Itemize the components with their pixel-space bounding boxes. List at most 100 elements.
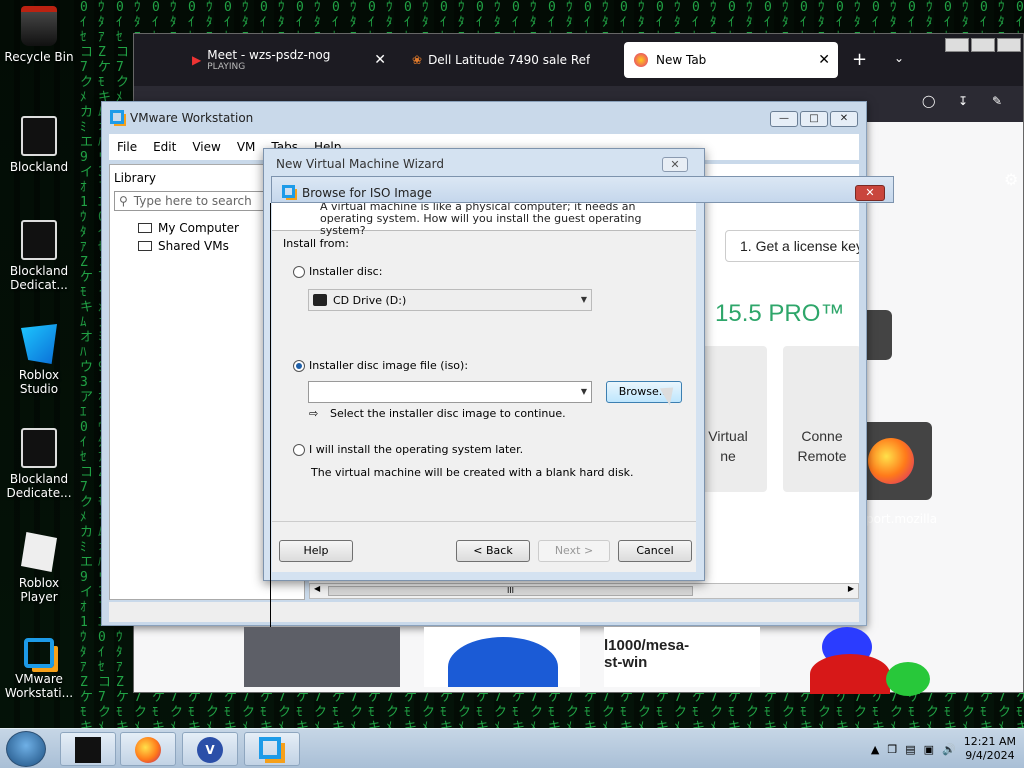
- next-button[interactable]: Next >: [538, 540, 610, 562]
- desktop-icon-roblox-player[interactable]: Roblox Player: [0, 532, 78, 604]
- computer-icon: [138, 223, 152, 233]
- minimize-button[interactable]: [945, 38, 969, 52]
- close-button[interactable]: [997, 38, 1021, 52]
- get-license-button[interactable]: 1. Get a license key: [725, 230, 859, 262]
- desktop-icon-label: Recycle Bin: [4, 50, 74, 64]
- vmware-icon: [110, 110, 124, 124]
- desktop-icon-label: Blockland: [9, 160, 69, 174]
- gear-icon: [810, 654, 890, 694]
- desktop-icon-label: Blockland Dedicat...: [9, 264, 69, 292]
- desktop-icon-blockland[interactable]: Blockland: [0, 116, 78, 174]
- radio-iso-image[interactable]: [293, 360, 305, 372]
- mascot-image: [448, 637, 558, 687]
- desktop-icon-recycle-bin[interactable]: Recycle Bin: [0, 6, 78, 64]
- system-tray: ▲ ❐ ▤ ▣ 🔊 12:21 AM 9/4/2024: [871, 733, 1016, 765]
- new-tab-icon[interactable]: +: [852, 49, 867, 70]
- radio-installer-disc[interactable]: [293, 266, 305, 278]
- menu-vm[interactable]: VM: [229, 140, 264, 154]
- window-icon[interactable]: ❐: [887, 743, 897, 756]
- close-icon[interactable]: ✕: [374, 52, 386, 68]
- blockland-dedicated-icon: [21, 428, 57, 468]
- minimize-button[interactable]: —: [770, 111, 798, 127]
- desktop-icon-label: Roblox Player: [18, 576, 60, 604]
- taskbar-firefox[interactable]: [120, 732, 176, 766]
- help-button[interactable]: Help: [279, 540, 353, 562]
- cancel-button[interactable]: Cancel: [618, 540, 692, 562]
- close-button[interactable]: ✕: [662, 157, 688, 172]
- library-item-label: Shared VMs: [158, 239, 229, 253]
- maximize-button[interactable]: [971, 38, 995, 52]
- desktop-icon-vmware[interactable]: VMware Workstati...: [0, 632, 78, 700]
- wizard-body: Install from: Installer disc: CD Drive (…: [272, 231, 696, 522]
- maximize-button[interactable]: □: [800, 111, 828, 127]
- terminal-icon: [75, 737, 101, 763]
- maple-leaf-icon: ❀: [412, 53, 423, 67]
- iso-path-input[interactable]: ▼: [308, 381, 592, 403]
- preview-tile[interactable]: [244, 627, 400, 687]
- disc-drive-value: CD Drive (D:): [333, 293, 407, 307]
- back-button[interactable]: < Back: [456, 540, 530, 562]
- start-button[interactable]: [6, 731, 46, 767]
- dialog-edge: [270, 203, 271, 655]
- install-later-hint: The virtual machine will be created with…: [311, 466, 634, 479]
- divider: [272, 521, 696, 522]
- scroll-right-icon[interactable]: ▶: [848, 584, 854, 593]
- horizontal-scrollbar[interactable]: ◀ III ▶: [309, 583, 859, 599]
- library-item-label: My Computer: [158, 221, 239, 235]
- network-icon[interactable]: ▤: [905, 743, 915, 756]
- monitor-icon[interactable]: ▣: [924, 743, 934, 756]
- desktop-icon-label: Roblox Studio: [18, 368, 60, 396]
- search-placeholder: Type here to search: [133, 194, 252, 208]
- pocket-icon[interactable]: ◯: [922, 94, 935, 108]
- tab-new-tab[interactable]: New Tab ✕: [624, 42, 838, 78]
- chevron-up-icon[interactable]: ▲: [871, 743, 879, 756]
- wizard-title: New Virtual Machine Wizard: [276, 157, 444, 171]
- desktop-icon-label: port.mozilla: [866, 512, 938, 526]
- clock[interactable]: 12:21 AM 9/4/2024: [964, 735, 1016, 763]
- extensions-icon[interactable]: ✎: [992, 94, 1002, 108]
- browse-iso-dialog: Browse for ISO Image ✕: [271, 176, 894, 203]
- chevron-down-icon[interactable]: ▼: [581, 387, 587, 396]
- download-icon[interactable]: ↧: [958, 94, 968, 108]
- chevron-down-icon: ▼: [580, 295, 587, 304]
- menu-view[interactable]: View: [184, 140, 228, 154]
- close-button[interactable]: ✕: [830, 111, 858, 127]
- gear-icon: [886, 662, 930, 696]
- scrollbar-thumb[interactable]: III: [328, 586, 693, 596]
- desktop-icon-roblox-studio[interactable]: Roblox Studio: [0, 324, 78, 396]
- v-app-icon: V: [197, 737, 223, 763]
- volume-icon[interactable]: 🔊: [942, 743, 956, 756]
- blockland-icon: [21, 116, 57, 156]
- desktop-icon-label: Blockland Dedicate...: [6, 472, 72, 500]
- install-from-label: Install from:: [283, 237, 349, 250]
- disc-drive-select[interactable]: CD Drive (D:) ▼: [308, 289, 592, 311]
- wizard-intro: A virtual machine is like a physical com…: [272, 201, 696, 237]
- tab-dell[interactable]: ❀ Dell Latitude 7490 sale Refurbis: [402, 42, 612, 78]
- browser-tab-bar: ▶ Meet - wzs-psdz-nog PLAYING ✕ ❀ Dell L…: [134, 34, 1023, 86]
- blockland-dedicated-icon: [21, 220, 57, 260]
- close-icon[interactable]: ✕: [818, 52, 830, 68]
- taskbar-vmware[interactable]: [244, 732, 300, 766]
- taskbar-v-app[interactable]: V: [182, 732, 238, 766]
- chevron-down-icon[interactable]: ⌄: [894, 51, 904, 65]
- radio-install-later[interactable]: [293, 444, 305, 456]
- preview-tile-mascot[interactable]: [424, 627, 580, 687]
- installer-disc-label: Installer disc:: [309, 265, 383, 278]
- preview-tile-mesa[interactable]: l1000/mesa- st-win: [604, 627, 760, 687]
- menu-file[interactable]: File: [109, 140, 145, 154]
- close-button[interactable]: ✕: [855, 185, 885, 201]
- connect-remote-card[interactable]: Conne Remote: [783, 346, 859, 492]
- scroll-left-icon[interactable]: ◀: [314, 584, 320, 593]
- roblox-studio-icon: [21, 324, 57, 364]
- tab-meet[interactable]: ▶ Meet - wzs-psdz-nog PLAYING ✕: [182, 42, 394, 78]
- arrow-right-icon: ⇨: [309, 407, 319, 420]
- menu-edit[interactable]: Edit: [145, 140, 184, 154]
- vmware-icon: [24, 638, 54, 668]
- gear-icon[interactable]: ⚙: [1004, 170, 1018, 189]
- install-later-label: I will install the operating system late…: [309, 443, 524, 456]
- iso-image-label: Installer disc image file (iso):: [309, 359, 469, 372]
- audio-icon: ▶: [192, 53, 202, 67]
- desktop-icon-blockland-dedicated-1[interactable]: Blockland Dedicat...: [0, 220, 78, 292]
- desktop-icon-blockland-dedicated-2[interactable]: Blockland Dedicate...: [0, 428, 78, 500]
- taskbar-terminal[interactable]: [60, 732, 116, 766]
